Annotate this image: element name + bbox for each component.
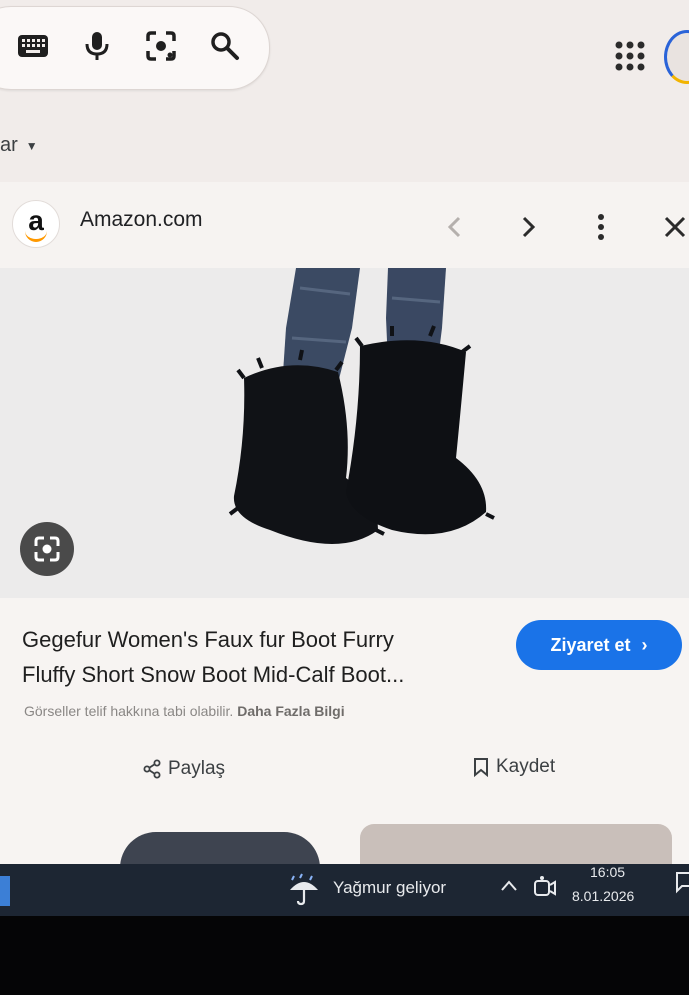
filter-tab-label: ar (0, 134, 18, 156)
apps-grid-icon[interactable] (612, 38, 648, 74)
share-button[interactable]: Paylaş (142, 758, 225, 780)
chevron-right-icon: › (641, 635, 648, 655)
visual-search-button[interactable] (20, 522, 74, 576)
filter-tab[interactable]: ar ▼ (0, 134, 38, 157)
visit-button-label: Ziyaret et (550, 635, 631, 655)
product-image[interactable] (0, 268, 689, 598)
copyright-notice: Görseller telif hakkına tabi olabilir. D… (24, 703, 345, 719)
caret-down-icon: ▼ (25, 138, 38, 153)
related-image-thumbnail[interactable] (120, 832, 320, 868)
clock-time[interactable]: 16:05 (590, 864, 625, 880)
save-button[interactable]: Kaydet (472, 756, 555, 778)
monitor-bezel (0, 916, 689, 995)
product-title-line-2: Fluffy Short Snow Boot Mid-Calf Boot... (22, 662, 405, 687)
chevron-up-icon[interactable] (498, 876, 520, 896)
amazon-favicon-icon: a (12, 200, 60, 248)
notification-icon[interactable] (674, 870, 689, 894)
visit-button[interactable]: Ziyaret et › (516, 620, 682, 670)
start-button[interactable] (0, 876, 10, 906)
lens-icon (34, 536, 60, 562)
product-title[interactable]: Gegefur Women's Faux fur Boot Furry Fluf… (22, 622, 502, 692)
copyright-text: Görseller telif hakkına tabi olabilir. (24, 703, 234, 719)
meet-now-icon[interactable] (532, 874, 558, 900)
lens-icon[interactable] (144, 29, 178, 63)
keyboard-icon[interactable] (16, 29, 50, 63)
site-name-link[interactable]: Amazon.com (80, 208, 203, 232)
product-title-line-1: Gegefur Women's Faux fur Boot Furry (22, 627, 394, 652)
more-info-link[interactable]: Daha Fazla Bilgi (237, 703, 344, 719)
chevron-right-icon[interactable] (515, 212, 541, 242)
related-image-thumbnail[interactable] (360, 824, 672, 868)
share-icon (143, 759, 161, 779)
close-icon[interactable] (662, 212, 688, 242)
more-vert-icon[interactable] (588, 212, 614, 242)
clock-date[interactable]: 8.01.2026 (572, 888, 634, 904)
search-icon[interactable] (208, 29, 242, 63)
bookmark-icon (474, 757, 488, 777)
microphone-icon[interactable] (80, 29, 114, 63)
account-avatar[interactable] (664, 30, 689, 84)
share-label: Paylaş (168, 758, 226, 779)
umbrella-rain-icon[interactable] (286, 872, 322, 908)
save-label: Kaydet (496, 756, 556, 777)
chevron-left-icon[interactable] (442, 212, 468, 242)
weather-label[interactable]: Yağmur geliyor (333, 878, 446, 898)
